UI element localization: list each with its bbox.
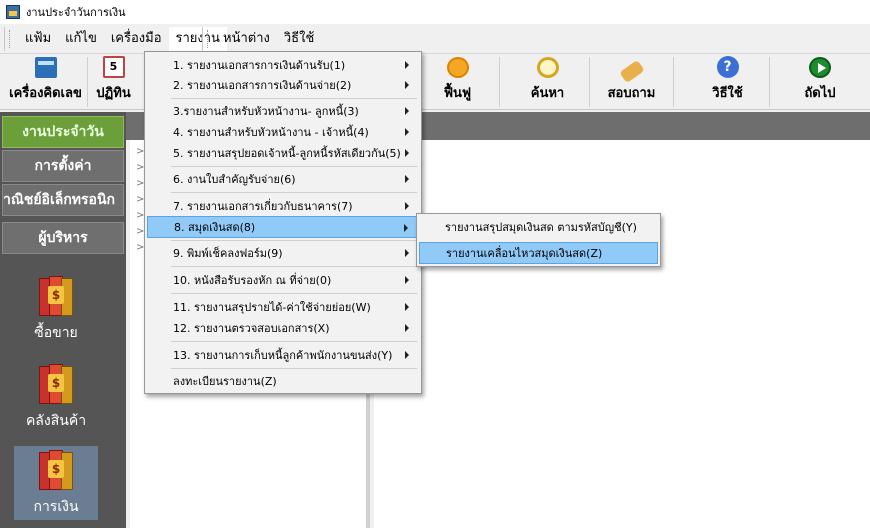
- report-item-6[interactable]: 6. งานใบสำคัญรับจ่าย(6): [147, 168, 419, 190]
- report-item-1[interactable]: 1. รายงานเอกสารการเงินด้านรับ(1): [147, 54, 419, 76]
- inquiry-button[interactable]: สอบถาม: [590, 57, 674, 107]
- submenu-arrow-icon: [405, 61, 409, 69]
- report-dropdown: 1. รายงานเอกสารการเงินด้านรับ(1) 2. รายง…: [144, 51, 422, 394]
- nav-tile-trading[interactable]: $ ซื้อขาย: [14, 272, 98, 346]
- phone-icon: [618, 59, 645, 84]
- grip-handle[interactable]: [207, 30, 210, 48]
- app-icon: [6, 5, 20, 19]
- menu-separator: [171, 341, 417, 342]
- submenu-arrow-icon: [405, 249, 409, 257]
- title-bar: งานประจำวันการเงิน: [0, 0, 870, 24]
- calculator-label: เครื่องคิดเลข: [9, 86, 82, 101]
- submenu-arrow-icon: [405, 175, 409, 183]
- refresh-label: ฟื้นฟู: [443, 86, 472, 101]
- report-item-5[interactable]: 5. รายงานสรุปยอดเจ้าหนี้-ลูกหนี้รหัสเดีย…: [147, 142, 419, 164]
- submenu-arrow-icon: [405, 324, 409, 332]
- nav-tile-label: ซื้อขาย: [34, 325, 78, 341]
- books-icon: $: [39, 364, 73, 404]
- submenu-arrow-icon: [405, 202, 409, 210]
- submenu-arrow-icon: [405, 128, 409, 136]
- nav-tile-label: การเงิน: [33, 499, 79, 515]
- help-label: วิธีใช้: [712, 86, 743, 101]
- menu-separator: [171, 240, 417, 241]
- search-label: ค้นหา: [530, 86, 565, 101]
- refresh-icon: [446, 57, 469, 78]
- nav-ecommerce[interactable]: าณิชย์อิเล็กทรอนิก: [2, 184, 124, 216]
- calendar-icon: 5: [102, 56, 125, 78]
- report-item-10[interactable]: 10. หนังสือรับรองหัก ณ ที่จ่าย(0): [147, 269, 419, 291]
- left-nav: งานประจำวัน การตั้งค่า าณิชย์อิเล็กทรอนิ…: [0, 112, 126, 528]
- refresh-button[interactable]: ฟื้นฟู: [416, 57, 500, 107]
- calendar-label: ปฏิทิน: [96, 86, 131, 101]
- calendar-button[interactable]: 5 ปฏิทิน: [82, 56, 146, 107]
- nav-tile-label: คลังสินค้า: [25, 413, 87, 429]
- submenu-cash-book-movement[interactable]: รายงานเคลื่อนไหวสมุดเงินสด(Z): [419, 242, 658, 264]
- menu-separator: [171, 192, 417, 193]
- report-item-2[interactable]: 2. รายงานเอกสารการเงินด้านจ่าย(2): [147, 74, 419, 96]
- menu-separator: [171, 293, 417, 294]
- grip-handle[interactable]: [9, 30, 12, 48]
- menu-group-main: แฟ้ม แก้ไข เครื่องมือ รายงาน: [4, 27, 227, 51]
- next-button[interactable]: ถัดไป: [778, 57, 862, 107]
- menu-separator: [171, 266, 417, 267]
- toolbar: เครื่องคิดเลข 5 ปฏิทิน ฟื้นฟู ค้นหา สอบถ…: [0, 54, 870, 110]
- menu-tools[interactable]: เครื่องมือ: [104, 27, 169, 51]
- nav-executive[interactable]: ผู้บริหาร: [2, 222, 124, 254]
- calculator-icon: [34, 57, 57, 78]
- menu-window[interactable]: หน้าต่าง: [216, 27, 277, 51]
- nav-tile-finance[interactable]: $ การเงิน: [14, 446, 98, 520]
- calculator-button[interactable]: เครื่องคิดเลข: [4, 57, 88, 107]
- report-item-3[interactable]: 3.รายงานสำหรับหัวหน้างาน- ลูกหนี้(3): [147, 100, 419, 122]
- report-item-11[interactable]: 11. รายงานสรุปรายได้-ค่าใช้จ่ายย่อย(W): [147, 296, 419, 318]
- menu-separator: [171, 98, 417, 99]
- search-button[interactable]: ค้นหา: [506, 57, 590, 107]
- report-item-7[interactable]: 7. รายงานเอกสารเกี่ยวกับธนาคาร(7): [147, 195, 419, 217]
- inquiry-label: สอบถาม: [607, 86, 656, 101]
- menu-group-window: หน้าต่าง วิธีใช้: [202, 27, 321, 51]
- books-icon: $: [39, 450, 73, 490]
- search-icon: [536, 57, 559, 78]
- help-button[interactable]: ? วิธีใช้: [686, 56, 770, 107]
- help-icon: ?: [716, 56, 739, 78]
- menu-separator: [171, 166, 417, 167]
- submenu-arrow-icon: [405, 149, 409, 157]
- submenu-arrow-icon: [405, 303, 409, 311]
- report-item-12[interactable]: 12. รายงานตรวจสอบเอกสาร(X): [147, 317, 419, 339]
- menu-edit[interactable]: แก้ไข: [58, 27, 104, 51]
- report-item-9[interactable]: 9. พิมพ์เช็คลงฟอร์ม(9): [147, 242, 419, 264]
- window-title: งานประจำวันการเงิน: [26, 6, 126, 19]
- submenu-arrow-icon: [404, 224, 408, 232]
- cash-book-submenu: รายงานสรุปสมุดเงินสด ตามรหัสบัญชี(Y) ราย…: [416, 213, 661, 267]
- submenu-arrow-icon: [405, 81, 409, 89]
- submenu-cash-book-summary[interactable]: รายงานสรุปสมุดเงินสด ตามรหัสบัญชี(Y): [419, 216, 658, 238]
- report-item-register[interactable]: ลงทะเบียนรายงาน(Z): [147, 370, 419, 392]
- menu-separator: [171, 368, 417, 369]
- menu-bar: แฟ้ม แก้ไข เครื่องมือ รายงาน หน้าต่าง วิ…: [0, 24, 870, 54]
- nav-settings[interactable]: การตั้งค่า: [2, 150, 124, 182]
- menu-help[interactable]: วิธีใช้: [277, 27, 321, 51]
- nav-daily-work[interactable]: งานประจำวัน: [2, 116, 124, 148]
- report-item-4[interactable]: 4. รายงานสำหรับหัวหน้างาน - เจ้าหนี้(4): [147, 121, 419, 143]
- submenu-arrow-icon: [405, 107, 409, 115]
- next-icon: [809, 57, 831, 78]
- books-icon: $: [39, 276, 73, 316]
- menu-file[interactable]: แฟ้ม: [18, 27, 58, 51]
- submenu-arrow-icon: [405, 276, 409, 284]
- nav-tile-inventory[interactable]: $ คลังสินค้า: [14, 360, 98, 434]
- next-label: ถัดไป: [804, 86, 836, 101]
- report-item-8-cash-book[interactable]: 8. สมุดเงินสด(8): [147, 216, 419, 238]
- submenu-arrow-icon: [405, 351, 409, 359]
- content-panel: [374, 140, 870, 528]
- report-item-13[interactable]: 13. รายงานการเก็บหนี้ลูกค้าพนักงานขนส่ง(…: [147, 344, 419, 366]
